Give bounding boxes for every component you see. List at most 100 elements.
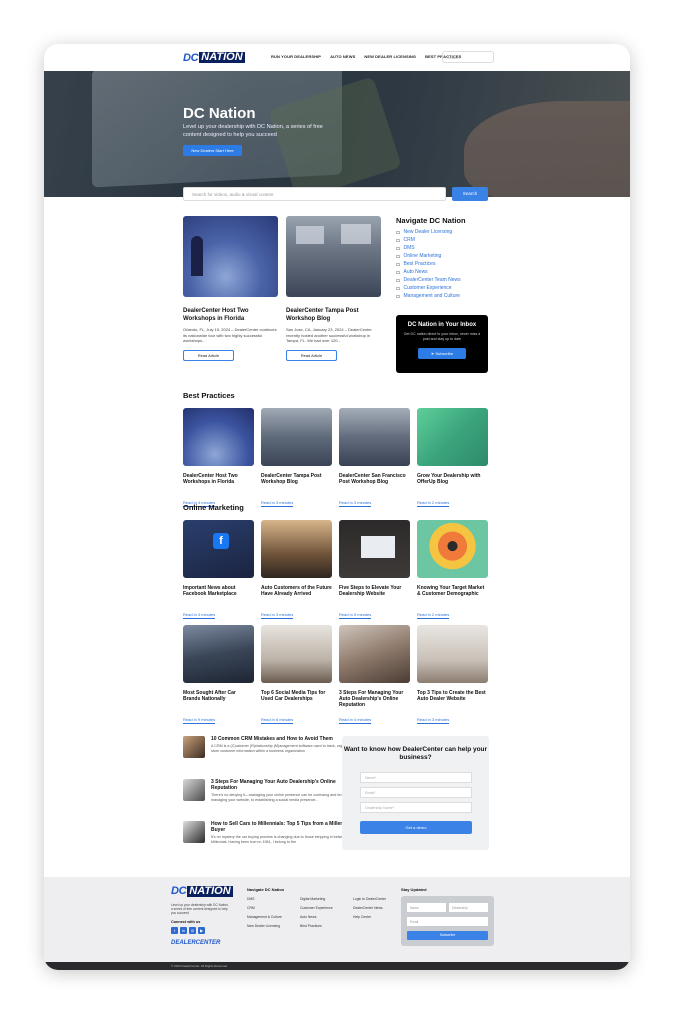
footer-link[interactable]: Management & Culture: [247, 915, 282, 919]
card-image[interactable]: [261, 408, 332, 466]
card-image[interactable]: [417, 408, 488, 466]
nav-link-label: Management and Culture: [403, 293, 460, 300]
footer-logo[interactable]: DC NATION: [171, 885, 233, 897]
card-title[interactable]: DealerCenter San Francisco Post Workshop…: [339, 473, 410, 491]
read-time-link[interactable]: Read in 5 minutes: [339, 612, 372, 619]
footer-link[interactable]: Best Practices: [300, 924, 322, 928]
nav-new-dealer-licensing[interactable]: NEW DEALER LICENSING: [364, 54, 416, 59]
card-image[interactable]: f: [183, 520, 254, 578]
card-image[interactable]: [183, 408, 254, 466]
footer-link[interactable]: New Dealer Licensing: [247, 924, 280, 928]
card-title[interactable]: DealerCenter Tampa Post Workshop Blog: [261, 473, 332, 491]
read-time-link[interactable]: Read in 2 minutes: [417, 612, 450, 619]
list-item-title[interactable]: 3 Steps For Managing Your Auto Dealershi…: [211, 779, 363, 791]
stay-email-field[interactable]: Email: [407, 917, 488, 926]
read-time-link[interactable]: Read in 3 minutes: [339, 500, 372, 507]
read-time-link[interactable]: Read in 3 minutes: [261, 612, 294, 619]
card-title[interactable]: Grow Your Dealership with OfferUp Blog: [417, 473, 488, 491]
card-title[interactable]: Important News about Facebook Marketplac…: [183, 585, 254, 603]
read-time-link[interactable]: Read in 3 minutes: [417, 717, 450, 724]
card-title[interactable]: DealerCenter Host Two Workshops in Flori…: [183, 473, 254, 491]
facebook-icon[interactable]: f: [171, 926, 178, 934]
nav-run-your-dealership[interactable]: RUN YOUR DEALERSHIP: [271, 54, 321, 59]
header-search-input[interactable]: Search: [442, 51, 494, 63]
footer-link[interactable]: DMS: [247, 897, 255, 901]
card-title[interactable]: Top 3 Tips to Create the Best Auto Deale…: [417, 690, 488, 708]
footer-link[interactable]: Login to DealerCenter: [353, 897, 386, 901]
card-image[interactable]: [183, 625, 254, 683]
nav-link-online-marketing[interactable]: Online Marketing: [396, 253, 491, 260]
nav-auto-news[interactable]: AUTO NEWS: [330, 54, 355, 59]
dealership-field[interactable]: Dealership: [449, 903, 488, 912]
read-article-button[interactable]: Read Article: [286, 349, 337, 361]
hero-subtitle: Level up your dealership with DC Nation,…: [183, 124, 323, 138]
footer-link[interactable]: Auto News: [300, 915, 316, 919]
read-time-link[interactable]: Read in 2 minutes: [417, 500, 450, 507]
site-logo[interactable]: DC NATION: [183, 52, 245, 64]
footer-link[interactable]: CRM: [247, 906, 255, 910]
read-time-link[interactable]: Read in 9 minutes: [183, 717, 216, 724]
nav-link-label: Online Marketing: [403, 253, 442, 260]
card-image[interactable]: [417, 625, 488, 683]
name-field[interactable]: Name*: [360, 772, 472, 783]
read-time-link[interactable]: Read in 3 minutes: [261, 500, 294, 507]
nav-link-best-practices[interactable]: Best Practices: [396, 261, 491, 268]
read-time-link[interactable]: Read in 3 minutes: [183, 612, 216, 619]
footer-link[interactable]: Digital Marketing: [300, 897, 325, 901]
nav-link-customer-experience[interactable]: Customer Experience: [396, 285, 491, 292]
content-search-input[interactable]: Search for videos, audio & visual conten…: [183, 187, 446, 201]
footer-link[interactable]: Help Center: [353, 915, 371, 919]
article-title[interactable]: DealerCenter Host Two Workshops in Flori…: [183, 308, 278, 323]
card-image[interactable]: [261, 520, 332, 578]
get-demo-button[interactable]: Get a demo: [360, 821, 472, 834]
article-image[interactable]: [286, 216, 381, 297]
read-article-button[interactable]: Read Article: [183, 349, 234, 361]
site-header: DC NATION RUN YOUR DEALERSHIP AUTO NEWS …: [44, 44, 630, 71]
dealership-name-field[interactable]: Dealership Name*: [360, 802, 472, 813]
footer-link[interactable]: Customer Experience: [300, 906, 333, 910]
article-image[interactable]: [183, 216, 278, 297]
article-title[interactable]: DealerCenter Tampa Post Workshop Blog: [286, 308, 381, 323]
nav-link-new-dealer-licensing[interactable]: New Dealer Licensing: [396, 229, 491, 236]
search-button[interactable]: Search: [452, 187, 488, 201]
linkedin-icon[interactable]: in: [180, 926, 187, 934]
list-item-title[interactable]: How to Sell Cars to Millennials: Top 5 T…: [211, 821, 363, 833]
dealercenter-logo[interactable]: DEALERCENTER: [171, 940, 231, 946]
card-title[interactable]: Auto Customers of the Future Have Alread…: [261, 585, 332, 603]
list-item-thumbnail[interactable]: [183, 779, 205, 801]
logo-dc: DC: [171, 885, 187, 897]
footer-link[interactable]: DealerCenter News: [353, 906, 383, 910]
card-title[interactable]: 3 Steps For Managing Your Auto Dealershi…: [339, 690, 410, 708]
nav-link-dms[interactable]: DMS: [396, 245, 491, 252]
nav-link-auto-news[interactable]: Auto News: [396, 269, 491, 276]
card-title[interactable]: Knowing Your Target Market & Customer De…: [417, 585, 488, 603]
article-card: DealerCenter Tampa Post Workshop Blog Re…: [261, 408, 332, 509]
article-card: f Important News about Facebook Marketpl…: [183, 520, 254, 621]
instagram-icon[interactable]: ◎: [189, 926, 196, 934]
list-item-thumbnail[interactable]: [183, 821, 205, 843]
email-field[interactable]: Email*: [360, 787, 472, 798]
first-name-field[interactable]: Name: [407, 903, 446, 912]
read-time-link[interactable]: Read in 4 minutes: [339, 717, 372, 724]
card-image[interactable]: [339, 520, 410, 578]
card-image[interactable]: [417, 520, 488, 578]
card-title[interactable]: Most Sought After Car Brands Nationally: [183, 690, 254, 708]
nav-link-team-news[interactable]: DealerCenter Team News: [396, 277, 491, 284]
card-title[interactable]: Five Steps to Elevate Your Dealership We…: [339, 585, 410, 603]
stay-subscribe-button[interactable]: Subscribe: [407, 931, 488, 940]
nav-link-crm[interactable]: CRM: [396, 237, 491, 244]
list-item-title[interactable]: 10 Common CRM Mistakes and How to Avoid …: [211, 736, 363, 742]
nav-link-management-culture[interactable]: Management and Culture: [396, 293, 491, 300]
card-image[interactable]: [339, 625, 410, 683]
subscribe-button[interactable]: ➤ Subscribe: [418, 348, 466, 359]
new-dealers-button[interactable]: New Dealers Start Here: [183, 145, 242, 156]
card-title[interactable]: Top 6 Social Media Tips for Used Car Dea…: [261, 690, 332, 708]
checkbox-icon: [396, 270, 400, 274]
card-image[interactable]: [339, 408, 410, 466]
read-time-link[interactable]: Read in 6 minutes: [261, 717, 294, 724]
youtube-icon[interactable]: ▶: [198, 926, 205, 934]
card-image[interactable]: [261, 625, 332, 683]
article-card: DealerCenter Host Two Workshops in Flori…: [183, 408, 254, 509]
article-card: Grow Your Dealership with OfferUp Blog R…: [417, 408, 488, 509]
list-item-thumbnail[interactable]: [183, 736, 205, 758]
